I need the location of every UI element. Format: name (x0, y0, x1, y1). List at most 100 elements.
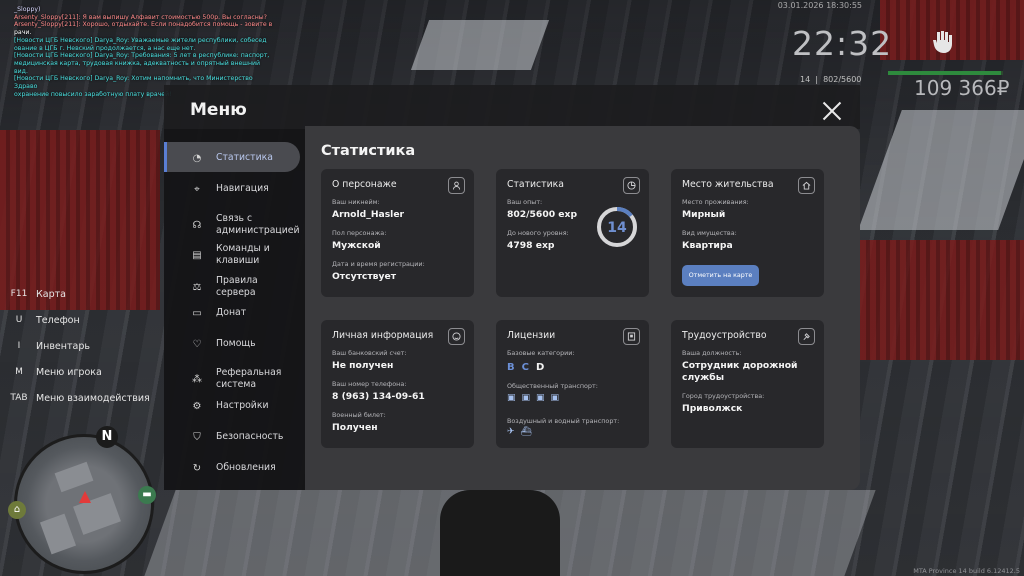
hud-clock: 22:32 (792, 24, 893, 63)
keybind-label: Телефон (36, 314, 80, 326)
property-value: Квартира (682, 240, 733, 251)
keybind-list: F11 Карта U Телефон I Инвентарь M Меню игрока TA… (8, 281, 150, 411)
city-label: Город трудоустройства: (682, 392, 765, 400)
air-water-transport-icons: ✈⛴ (507, 427, 538, 437)
hud-level-value: 14 (800, 75, 811, 84)
wallet-icon: ▭ (192, 307, 202, 319)
keybind-label: Инвентарь (36, 340, 90, 352)
card-personal: Личная информация Ваш банковский счет: Н… (321, 320, 474, 448)
bank-label: Ваш банковский счет: (332, 349, 407, 357)
document-icon: ▤ (192, 249, 202, 261)
nav-item-label: Безопасность (216, 431, 284, 442)
gear-icon: ⚙ (192, 400, 202, 412)
keybind-label: Карта (36, 288, 66, 300)
boat-icon: ⛴ (520, 427, 538, 437)
chat-line: медицинская карта, трудовая книжка, адек… (14, 59, 261, 75)
exp-label: Ваш опыт: (507, 198, 543, 206)
keybind-row[interactable]: TAB Меню взаимодействия (8, 385, 150, 411)
roof-snow-2 (858, 110, 1024, 230)
nav-item[interactable]: ◔ Статистика (164, 151, 300, 165)
nav-item-label: Навигация (216, 183, 269, 194)
nav-item-label: Статистика (216, 152, 273, 163)
level-number: 14 (607, 220, 627, 236)
chat-line: _Sloppy) (14, 6, 41, 13)
card-title: О персонаже (332, 179, 397, 190)
car-icon: ▬ (138, 486, 156, 504)
roof-snow (410, 20, 550, 70)
player-marker-icon (79, 491, 91, 503)
bus-icon: ▣ (507, 393, 522, 403)
nick-label: Ваш никнейм: (332, 198, 380, 206)
minimap-building (54, 461, 94, 493)
keybind-row[interactable]: F11 Карта (8, 281, 150, 307)
keybind-key: F11 (10, 289, 28, 299)
nav-item-label: Настройки (216, 400, 269, 411)
hud-level: 14 | 802/5600 (800, 75, 862, 84)
gender-label: Пол персонажа: (332, 229, 387, 237)
nav-item[interactable]: ☊ Связь с администрацией (164, 213, 300, 237)
keybind-key: U (15, 315, 23, 325)
air-water-transport-label: Воздушный и водный транспорт: (507, 417, 620, 425)
keybind-row[interactable]: U Телефон (8, 307, 150, 333)
keybind-row[interactable]: M Меню игрока (8, 359, 150, 385)
id-card-icon (623, 328, 640, 345)
scales-icon: ⚖ (192, 281, 202, 293)
nav-item[interactable]: ⚖ Правила сервера (164, 275, 300, 299)
card-title: Трудоустройство (682, 330, 767, 341)
card-title: Личная информация (332, 330, 434, 341)
card-licenses: Лицензии Базовые категории: BCD Обществе… (496, 320, 649, 448)
exp-value: 802/5600 exp (507, 209, 578, 220)
keybind-label: Меню взаимодействия (36, 392, 150, 404)
bank-value: Не получен (332, 360, 394, 371)
license-category: C (521, 362, 529, 373)
military-label: Военный билет: (332, 411, 386, 419)
card-about: О персонаже Ваш никнейм: Arnold_Hasler П… (321, 169, 474, 297)
place-value: Мирный (682, 209, 726, 220)
nav-item[interactable]: ⚙ Настройки (164, 399, 300, 413)
shield-icon: ⛉ (193, 431, 201, 443)
nav-item-label: Донат (216, 307, 247, 318)
public-transport-icons: ▣▣▣▣ (507, 393, 565, 403)
nav-item-label: Правила сервера (216, 275, 258, 298)
hud-datetime: 03.01.2026 18:30:55 (777, 1, 862, 10)
nav-item[interactable]: ⛉ Безопасность (164, 430, 300, 444)
nav-item[interactable]: ↻ Обновления (164, 461, 300, 475)
trolleybus-icon: ▣ (521, 393, 537, 403)
nav-item[interactable]: ⌖ Навигация (164, 182, 300, 196)
pie-chart-icon (623, 177, 640, 194)
build-watermark: MTA Province 14 build 6.12412.5 (913, 567, 1020, 575)
pie-chart-icon: ◔ (192, 152, 202, 164)
plane-icon: ✈ (507, 427, 521, 437)
nav-item[interactable]: ⁂ Реферальная система (164, 367, 300, 391)
keybind-key: I (17, 341, 21, 351)
nav-item-label: Команды и клавиши (216, 243, 270, 266)
close-icon[interactable] (822, 101, 842, 121)
minimap (14, 434, 154, 574)
heart-hand-icon: ♡ (192, 338, 202, 350)
nav-item[interactable]: ▤ Команды и клавиши (164, 243, 300, 267)
card-statistics: Статистика Ваш опыт: 802/5600 exp До нов… (496, 169, 649, 297)
card-title: Место жительства (682, 179, 774, 190)
keybind-key: M (15, 367, 23, 377)
nick-value: Arnold_Hasler (332, 209, 405, 220)
building-wall-right (860, 240, 1024, 360)
position-value: Сотрудник дорожной службы (682, 360, 798, 383)
reg-value: Отсутствует (332, 271, 397, 282)
fist-icon (928, 26, 958, 56)
keybind-key: TAB (10, 393, 28, 403)
basic-categories-label: Базовые категории: (507, 349, 575, 357)
minimap-north: N (96, 426, 118, 448)
keybind-row[interactable]: I Инвентарь (8, 333, 150, 359)
place-label: Место проживания: (682, 198, 749, 206)
mark-on-map-button[interactable]: Отметить на карте (682, 265, 759, 286)
nav-item[interactable]: ♡ Помощь (164, 337, 300, 351)
network-icon: ⁂ (192, 373, 202, 385)
chat-line: рачи. (14, 29, 32, 37)
nav-item[interactable]: ▭ Донат (164, 306, 300, 320)
position-label: Ваша должность: (682, 349, 742, 357)
menu-header (164, 85, 860, 129)
keybind-label: Меню игрока (36, 366, 102, 378)
hammer-icon (798, 328, 815, 345)
health-bar (888, 71, 1003, 75)
house-icon (798, 177, 815, 194)
